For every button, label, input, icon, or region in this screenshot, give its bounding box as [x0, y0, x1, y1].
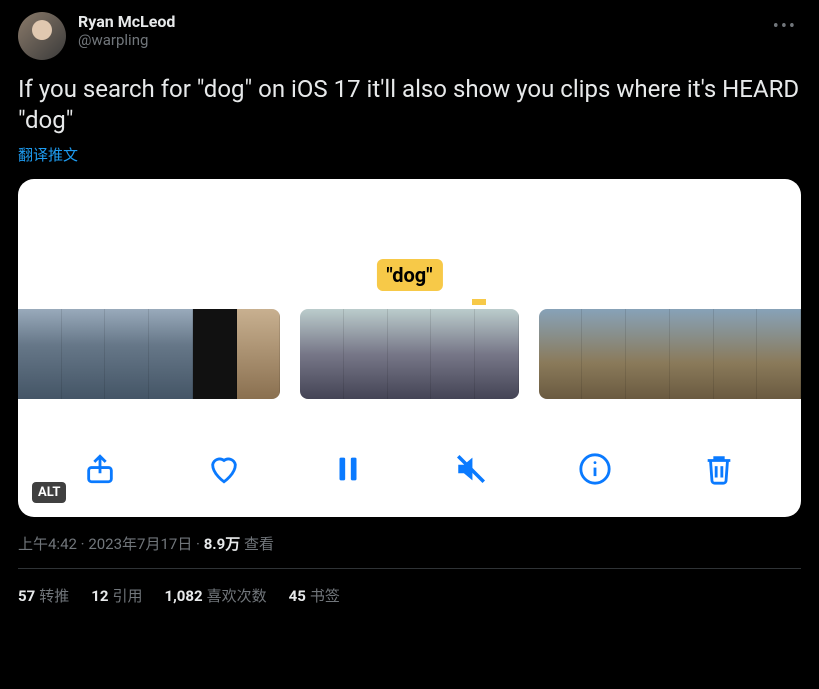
tweet-header: Ryan McLeod @warpling •••	[18, 12, 801, 60]
pause-button[interactable]	[328, 449, 368, 489]
pause-icon	[331, 452, 365, 486]
video-frame	[149, 309, 193, 399]
like-button[interactable]	[204, 449, 244, 489]
quotes-stat[interactable]: 12引用	[91, 585, 142, 606]
info-icon	[578, 452, 612, 486]
share-button[interactable]	[80, 449, 120, 489]
video-scrubber[interactable]	[18, 309, 801, 399]
video-frame	[714, 309, 758, 399]
badge-pointer	[472, 299, 486, 305]
video-frame	[475, 309, 519, 399]
video-frame	[18, 309, 62, 399]
tweet-meta: 上午4:42 · 2023年7月17日 · 8.9万 查看	[18, 533, 801, 554]
display-name: Ryan McLeod	[78, 12, 175, 31]
video-frame	[105, 309, 149, 399]
alt-badge[interactable]: ALT	[32, 482, 66, 503]
video-frame	[344, 309, 388, 399]
translate-link[interactable]: 翻译推文	[18, 144, 801, 165]
more-button[interactable]: •••	[769, 12, 801, 41]
mute-icon	[454, 452, 488, 486]
share-icon	[83, 452, 117, 486]
retweets-stat[interactable]: 57转推	[18, 585, 69, 606]
delete-button[interactable]	[699, 449, 739, 489]
trash-icon	[702, 452, 736, 486]
avatar[interactable]	[18, 12, 66, 60]
search-term-badge: "dog"	[376, 259, 442, 291]
likes-stat[interactable]: 1,082喜欢次数	[164, 585, 266, 606]
tweet-date[interactable]: 2023年7月17日	[88, 535, 192, 553]
tweet-text: If you search for "dog" on iOS 17 it'll …	[18, 74, 801, 136]
clip-group-3[interactable]	[539, 309, 801, 399]
media-controls	[18, 449, 801, 489]
video-frame	[539, 309, 583, 399]
tweet-time[interactable]: 上午4:42	[18, 535, 77, 553]
author-names[interactable]: Ryan McLeod @warpling	[78, 12, 175, 49]
clip-group-1[interactable]	[18, 309, 280, 399]
video-frame	[193, 309, 237, 399]
video-frame	[431, 309, 475, 399]
video-frame	[388, 309, 432, 399]
video-frame	[237, 309, 281, 399]
video-frame	[757, 309, 801, 399]
heart-icon	[207, 452, 241, 486]
video-frame	[62, 309, 106, 399]
handle: @warpling	[78, 31, 175, 49]
video-frame	[582, 309, 626, 399]
video-frame	[670, 309, 714, 399]
tweet-stats: 57转推 12引用 1,082喜欢次数 45书签	[18, 569, 801, 622]
tweet-container: Ryan McLeod @warpling ••• If you search …	[0, 0, 819, 634]
info-button[interactable]	[575, 449, 615, 489]
mute-button[interactable]	[451, 449, 491, 489]
bookmarks-stat[interactable]: 45书签	[289, 585, 340, 606]
video-frame	[626, 309, 670, 399]
views-label: 查看	[244, 535, 274, 553]
views-count: 8.9万	[204, 535, 241, 553]
clip-group-2[interactable]	[300, 309, 519, 399]
video-frame	[300, 309, 344, 399]
media-attachment[interactable]: "dog"	[18, 179, 801, 517]
